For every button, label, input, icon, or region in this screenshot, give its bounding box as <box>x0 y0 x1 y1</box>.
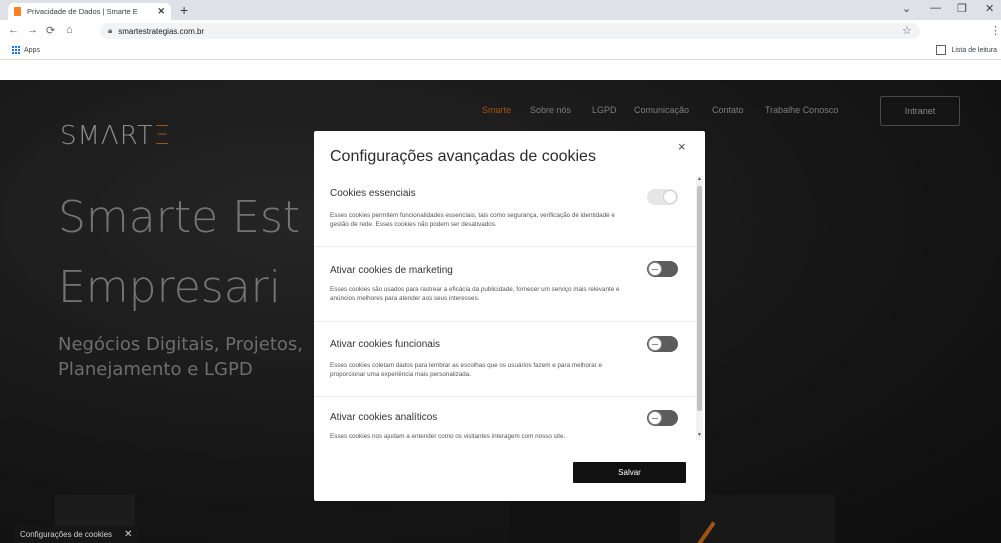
section-title: Cookies essenciais <box>330 188 416 199</box>
section-description: Esses cookies nos ajudam a entender como… <box>330 433 566 440</box>
site-favicon-icon <box>14 7 21 16</box>
cookie-section-marketing: Ativar cookies de marketing Esses cookie… <box>314 247 695 322</box>
section-title: Ativar cookies de marketing <box>330 265 453 276</box>
cookie-section-essential: Cookies essenciais Esses cookies permite… <box>314 176 695 247</box>
browser-tab[interactable]: Privacidade de Dados | Smarte E ✕ <box>8 3 171 20</box>
cookie-settings-banner[interactable]: Configurações de cookies ✕ <box>14 526 139 543</box>
apps-shortcut[interactable]: Apps <box>12 46 40 54</box>
forward-button[interactable]: → <box>27 24 38 36</box>
cookie-section-analytics: Ativar cookies analíticos Esses cookies … <box>314 397 695 440</box>
modal-title: Configurações avançadas de cookies <box>330 148 596 165</box>
functional-cookies-toggle[interactable] <box>647 336 678 352</box>
essential-cookies-toggle <box>647 189 678 205</box>
modal-close-icon[interactable]: × <box>678 139 686 154</box>
section-title: Ativar cookies analíticos <box>330 412 438 423</box>
close-window-button[interactable]: ✕ <box>985 2 994 15</box>
scroll-up-icon[interactable]: ▲ <box>696 176 703 182</box>
reading-list-icon <box>936 45 947 55</box>
tab-search-icon[interactable]: ⌄ <box>902 2 911 15</box>
cookie-options-list[interactable]: Cookies essenciais Esses cookies permite… <box>314 176 695 440</box>
new-tab-button[interactable]: + <box>180 2 188 18</box>
modal-scrollbar[interactable]: ▲ ▼ <box>696 176 703 440</box>
tab-title: Privacidade de Dados | Smarte E <box>27 7 138 16</box>
section-description: Esses cookies coletam dados para lembrar… <box>330 362 602 378</box>
lock-icon[interactable]: 🔒︎ <box>108 26 112 36</box>
address-url[interactable]: smartestrategias.com.br <box>118 27 204 36</box>
address-bar[interactable]: 🔒︎ smartestrategias.com.br <box>100 23 920 39</box>
cookie-settings-modal: Configurações avançadas de cookies × Coo… <box>314 131 705 501</box>
scroll-down-icon[interactable]: ▼ <box>696 432 703 438</box>
bookmarks-bar: Apps Lista de leitura <box>0 42 1001 60</box>
section-description: Esses cookies permitem funcionalidades e… <box>330 212 615 228</box>
browser-menu-icon[interactable]: ⋮ <box>990 24 1001 37</box>
apps-label: Apps <box>24 46 40 54</box>
reload-button[interactable]: ⟳ <box>46 24 55 37</box>
cookie-settings-label[interactable]: Configurações de cookies <box>20 530 112 539</box>
section-description: Esses cookies são usados para rastrear a… <box>330 286 620 302</box>
apps-grid-icon <box>12 46 20 54</box>
section-title: Ativar cookies funcionais <box>330 339 441 350</box>
save-button[interactable]: Salvar <box>573 462 686 483</box>
reading-list-button[interactable]: Lista de leitura <box>936 45 997 55</box>
cookie-banner-close-icon[interactable]: ✕ <box>124 529 132 540</box>
home-button[interactable]: ⌂ <box>66 24 73 36</box>
maximize-button[interactable]: ❐ <box>957 2 967 15</box>
scrollbar-thumb[interactable] <box>697 186 702 411</box>
cookie-section-functional: Ativar cookies funcionais Esses cookies … <box>314 322 695 397</box>
minimize-button[interactable]: — <box>930 2 941 14</box>
tab-close-icon[interactable]: ✕ <box>157 6 165 17</box>
browser-toolbar: ← → ⟳ ⌂ 🔒︎ smartestrategias.com.br ☆ ⋮ <box>0 20 1001 42</box>
back-button[interactable]: ← <box>8 24 19 36</box>
analytics-cookies-toggle[interactable] <box>647 410 678 426</box>
marketing-cookies-toggle[interactable] <box>647 261 678 277</box>
bookmark-star-icon[interactable]: ☆ <box>902 24 912 37</box>
reading-list-label: Lista de leitura <box>951 46 997 54</box>
tab-strip: Privacidade de Dados | Smarte E ✕ + ⌄ — … <box>0 0 1001 20</box>
